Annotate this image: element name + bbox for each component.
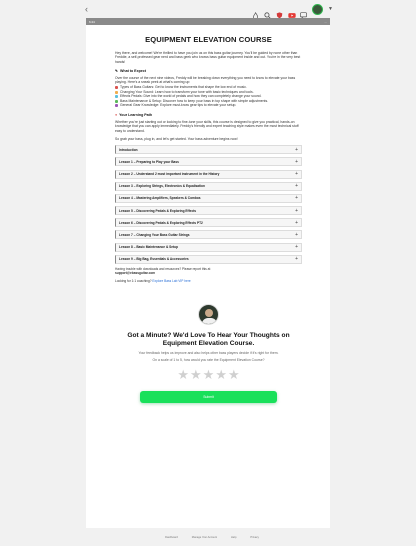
footer-link-dashboard[interactable]: Dashboard [165,536,178,539]
lesson-label: Introduction [119,147,138,152]
learning-path-label: Your Learning Path [119,112,153,117]
lesson-row-5[interactable]: Lesson 5 – Discovering Pedals & Explorin… [115,206,302,216]
support-email-link[interactable]: support@ebassguitar.com [115,271,155,275]
lesson-row-6[interactable]: Lesson 6 – Discovering Pedals & Explorin… [115,218,302,228]
plus-icon[interactable]: + [295,220,298,226]
avatar[interactable] [312,3,324,15]
plus-icon[interactable]: + [295,232,298,238]
coaching-text: Looking for 1:1 coaching? Explore Bass L… [115,279,302,283]
footer-link-account[interactable]: Manage Your Account [192,536,217,539]
sound-icon [115,90,118,94]
closing-text: So grab your bass, plug in, and let's ge… [115,136,238,141]
lesson-row-4[interactable]: Lesson 4 – Mastering Amplifiers, Speaker… [115,193,302,203]
course-panel: 6:24 ... EQUIPMENT ELEVATION COURSE Hey … [86,18,330,528]
plus-icon[interactable]: + [295,183,298,189]
star-icon-1[interactable]: ★ [177,368,189,381]
lesson-label: Lesson 9 – Big Bag, Essentials & Accesso… [119,257,189,262]
star-icon-2[interactable]: ★ [190,368,202,381]
search-icon[interactable] [264,6,271,19]
star-icon-3[interactable]: ★ [203,368,215,381]
plus-icon[interactable]: + [295,256,298,262]
lesson-row-1[interactable]: Lesson 1 – Preparing to Play your Bass + [115,157,302,167]
learning-path-text: Whether you're just starting out or look… [115,119,299,133]
coaching-prefix: Looking for 1:1 coaching? [115,279,152,284]
feedback-question: On a scale of 1 to 5, how would you rate… [152,358,265,363]
panel-menu[interactable]: ... [324,20,327,24]
compass-icon: ● [115,112,118,117]
flame-icon[interactable] [252,6,259,19]
what-to-expect-label: What to Expect [120,68,146,73]
plus-icon[interactable]: + [295,195,298,201]
chevron-down-icon[interactable]: ▼ [328,6,333,12]
check-icon [115,86,118,90]
plus-icon[interactable]: + [295,159,298,165]
back-icon[interactable]: ‹ [85,4,88,14]
plus-icon[interactable]: + [295,147,298,153]
lesson-label: Lesson 1 – Preparing to Play your Bass [119,159,179,164]
star-rating: ★ ★ ★ ★ ★ [115,368,302,381]
star-icon-4[interactable]: ★ [215,368,227,381]
lesson-label: Lesson 6 – Discovering Pedals & Explorin… [119,220,203,225]
lesson-label: Lesson 2 – Understand 2 most important i… [119,172,220,177]
plus-icon[interactable]: + [295,208,298,214]
lesson-row-9[interactable]: Lesson 9 – Big Bag, Essentials & Accesso… [115,254,302,264]
wrench-icon [115,99,118,103]
lesson-label: Lesson 8 – Basic Maintenance & Setup [119,245,178,250]
panel-header: 6:24 ... [86,18,330,25]
page-title: EQUIPMENT ELEVATION COURSE [145,35,272,44]
gear-icon [115,104,118,108]
lesson-label: Lesson 3 – Exploring Strings, Electronic… [119,184,205,189]
lesson-row-introduction[interactable]: Introduction + [115,145,302,155]
panel-time: 6:24 [89,19,95,24]
course-content: EQUIPMENT ELEVATION COURSE Hey there, an… [86,25,330,403]
coaching-link[interactable]: Explore Bass Lab VIP here [152,279,190,283]
lesson-accordion: Introduction + Lesson 1 – Preparing to Pl… [115,145,302,264]
lesson-label: Lesson 5 – Discovering Pedals & Explorin… [119,208,197,213]
plus-icon[interactable]: + [295,244,298,250]
lesson-row-8[interactable]: Lesson 8 – Basic Maintenance & Setup + [115,242,302,252]
feedback-title: Got a Minute? We'd Love To Hear Your Tho… [127,331,290,347]
feedback-section: Got a Minute? We'd Love To Hear Your Tho… [115,303,302,403]
instructor-avatar [198,303,219,325]
feedback-subtitle: Your feedback helps us improve and also … [138,351,279,356]
lesson-row-3[interactable]: Lesson 3 – Exploring Strings, Electronic… [115,181,302,191]
pedal-icon [115,95,118,99]
youtube-icon[interactable] [288,6,296,18]
top-bar: ‹ ▼ [0,0,416,19]
footer: Dashboard Manage Your Account Help Priva… [0,536,416,539]
learning-path-heading: ● Your Learning Path [115,113,302,117]
chat-icon[interactable] [300,6,308,19]
bullet-text: General Gear Knowledge: Explore must-kno… [120,103,237,108]
star-icon-5[interactable]: ★ [228,368,240,381]
footer-link-privacy[interactable]: Privacy [250,536,259,539]
top-bar-icons: ▼ [252,3,333,19]
plus-icon[interactable]: + [295,171,298,177]
what-to-expect-text: Over the course of the next nine videos,… [115,75,296,85]
shield-icon[interactable] [276,6,283,19]
lesson-label: Lesson 4 – Mastering Amplifiers, Speaker… [119,196,201,201]
expect-list: Types of Bass Guitars: Get to know the i… [115,85,302,108]
lesson-label: Lesson 7 – Changing Your Bass Guitar Str… [119,232,190,237]
trouble-text: Having trouble with downloads and resour… [115,267,302,275]
lesson-row-2[interactable]: Lesson 2 – Understand 2 most important i… [115,169,302,179]
lesson-row-7[interactable]: Lesson 7 – Changing Your Bass Guitar Str… [115,230,302,240]
what-to-expect-heading: ✎ What to Expect [115,69,302,73]
footer-link-help[interactable]: Help [231,536,236,539]
submit-button[interactable]: Submit [140,390,277,403]
pin-icon: ✎ [115,68,119,73]
intro-text: Hey there, and welcome! We're thrilled t… [115,51,301,64]
list-item: General Gear Knowledge: Explore must-kno… [115,103,302,108]
